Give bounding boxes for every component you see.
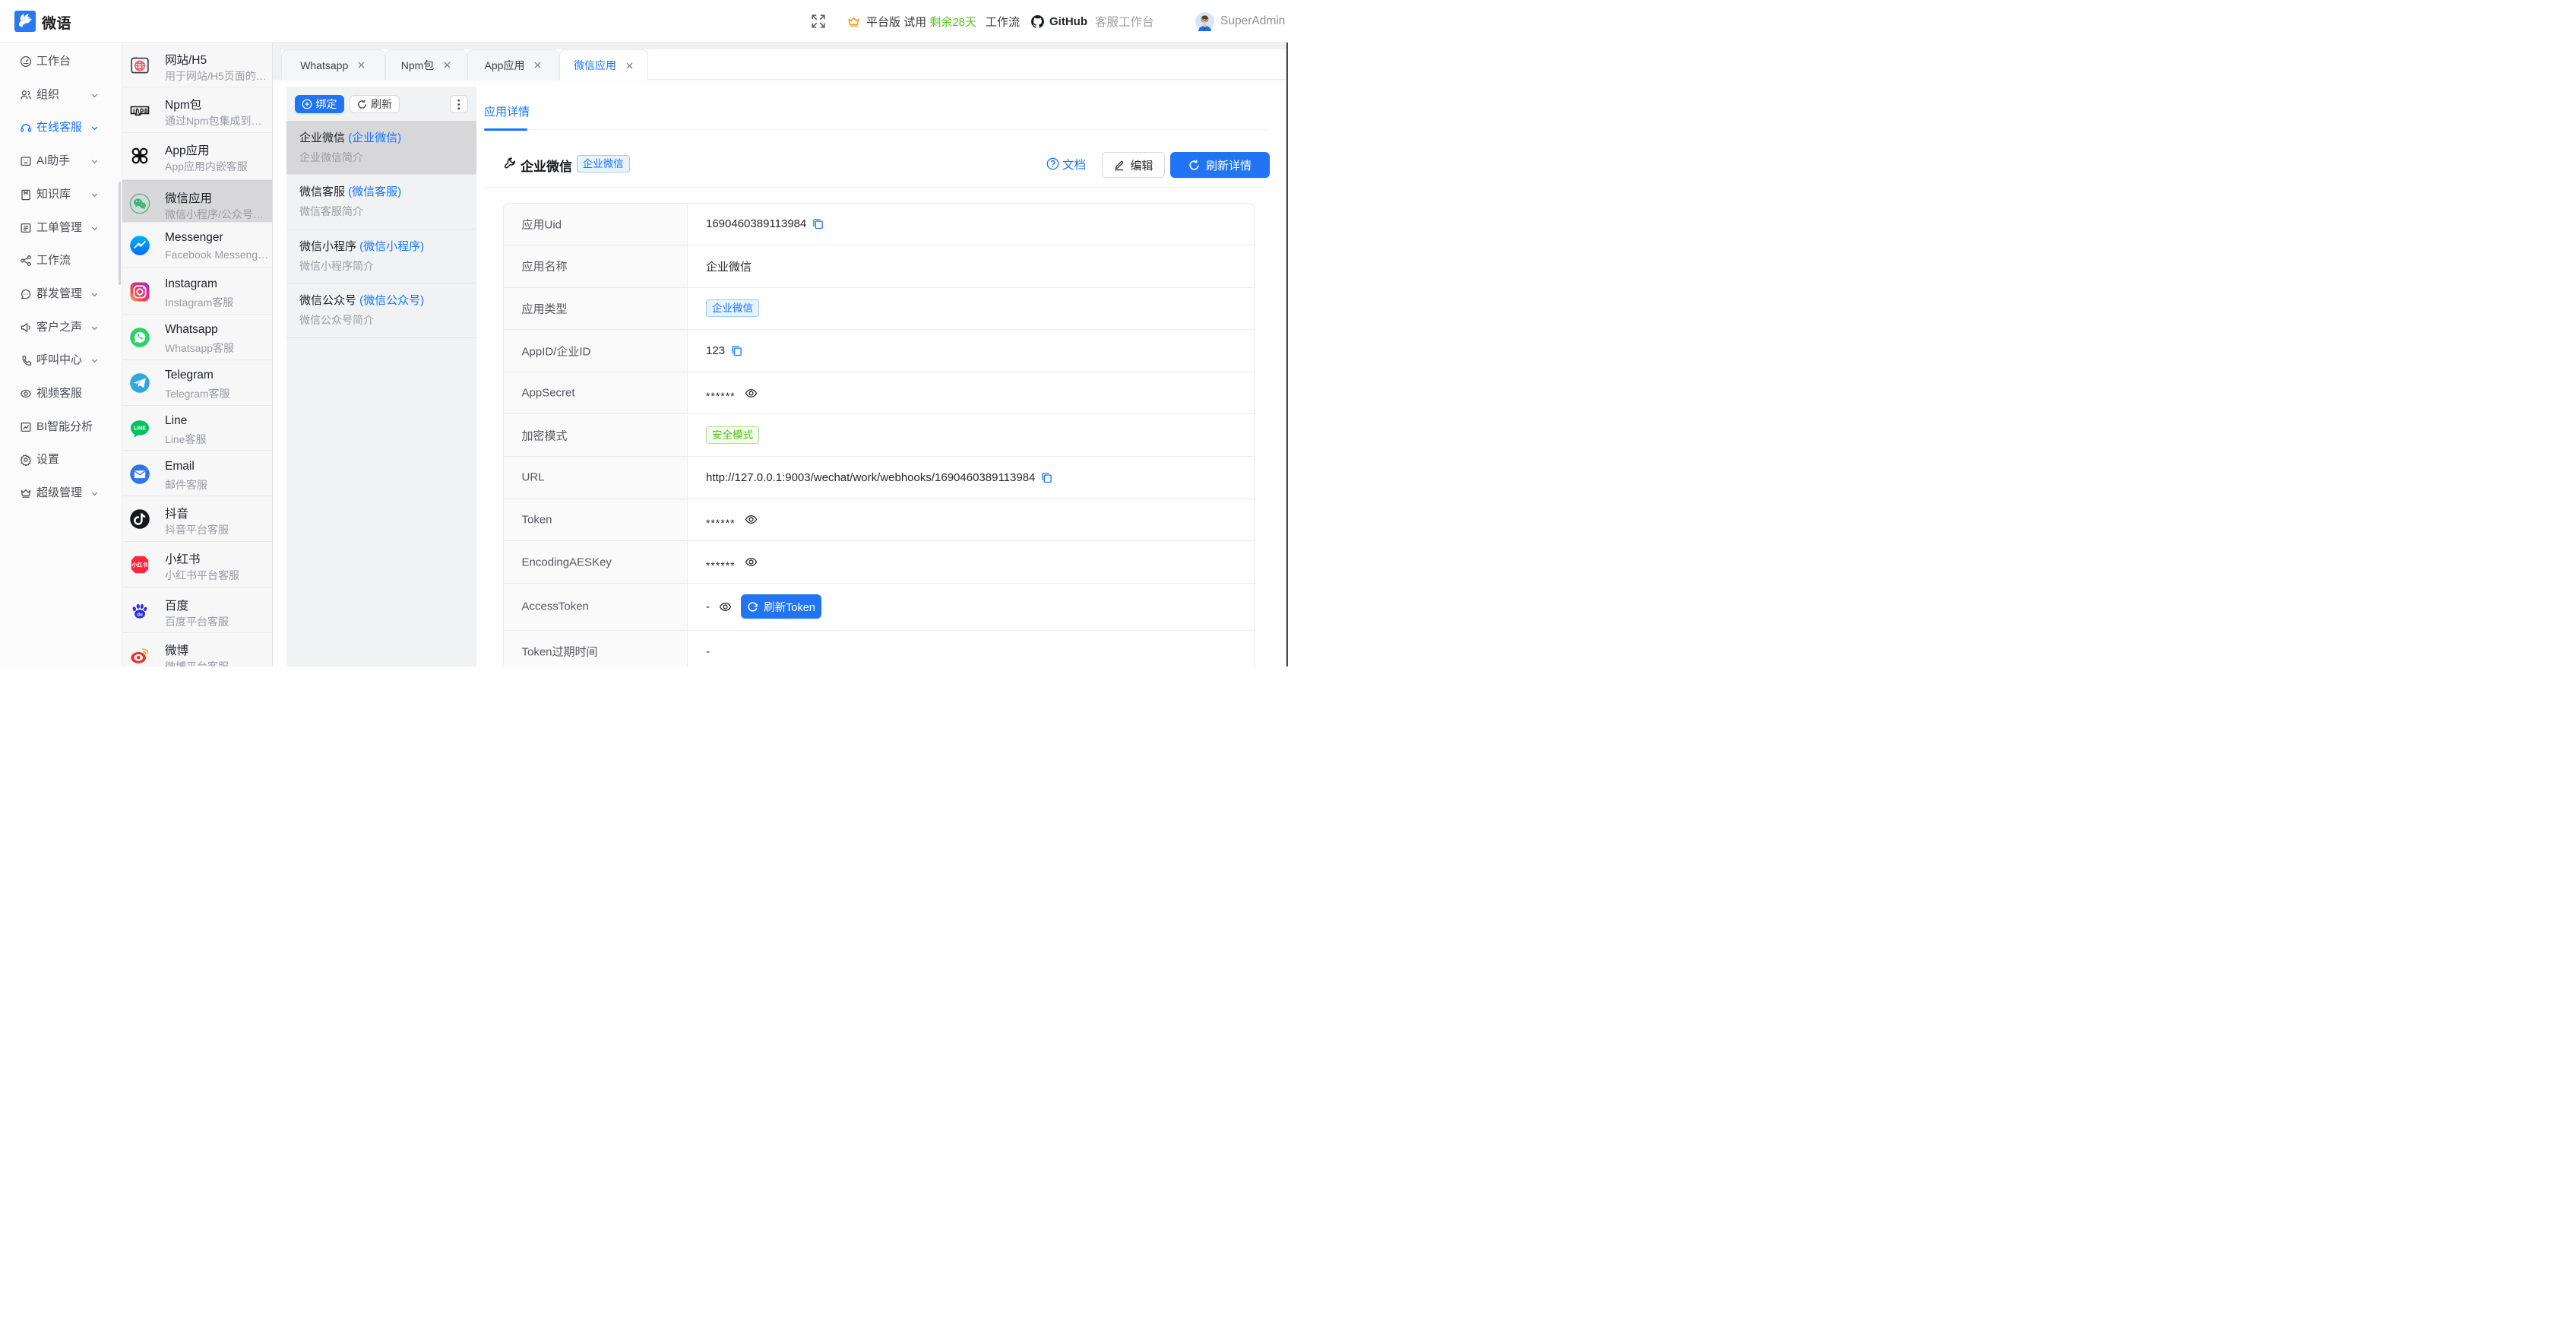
svg-text:LINE: LINE [134, 426, 146, 431]
svg-text:du: du [137, 612, 143, 617]
svg-text:小红书: 小红书 [131, 562, 148, 568]
